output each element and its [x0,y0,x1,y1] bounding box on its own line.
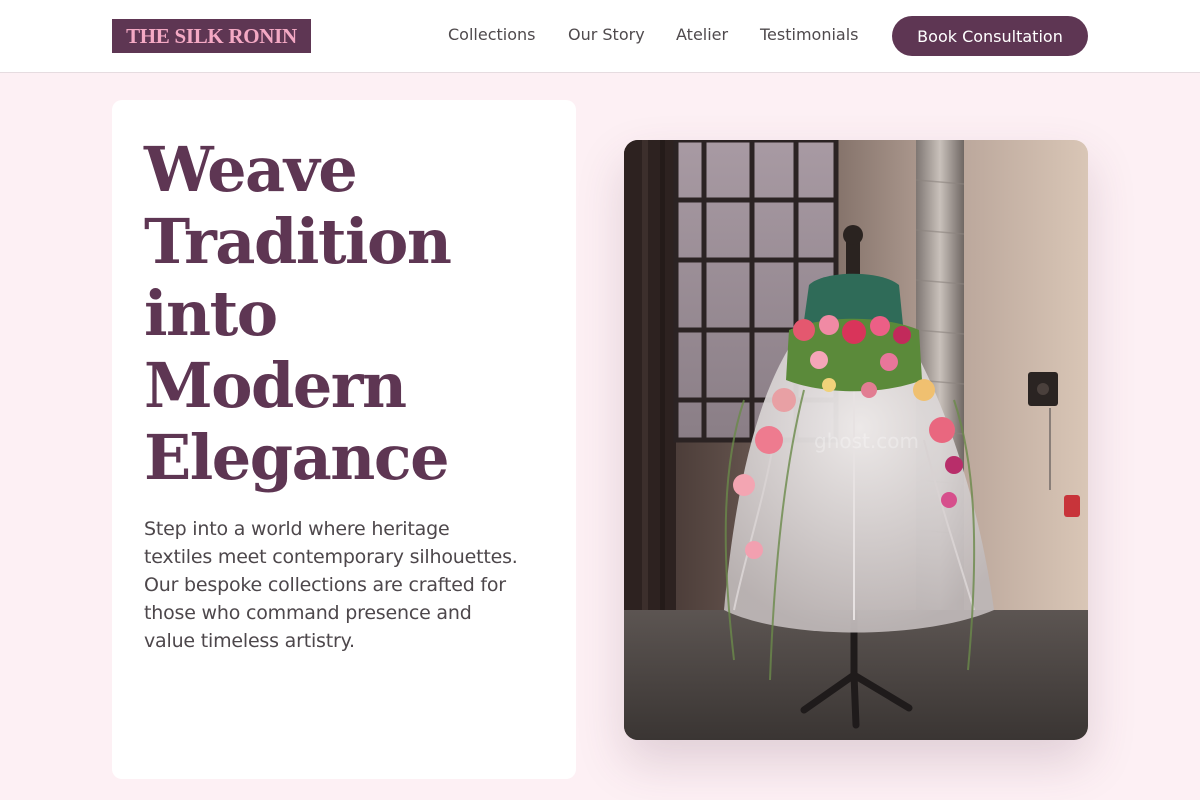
hero-title-line: Weave [144,133,358,206]
nav-link-our-story[interactable]: Our Story [568,25,645,44]
nav-link-collections[interactable]: Collections [448,25,535,44]
hero-title-line: Tradition [144,205,452,278]
nav-link-atelier[interactable]: Atelier [676,25,728,44]
hero-subtitle-line: those who command presence and [144,602,472,624]
nav-link-testimonials[interactable]: Testimonials [760,25,859,44]
hero-subtitle-line: Step into a world where heritage [144,518,450,540]
hero-text-card: Weave Tradition into Modern Elegance Ste… [112,100,576,779]
hero-subtitle-line: Our bespoke collections are crafted for [144,574,506,596]
hero-title-line: Modern [144,349,407,422]
hero-subtitle-line: textiles meet contemporary silhouettes. [144,546,518,568]
top-navbar: THE SILK RONIN Collections Our Story Ate… [0,0,1200,73]
hero-title: Weave Tradition into Modern Elegance [144,134,564,494]
hero-image: ghost.com [624,140,1088,740]
hero-title-line: into [144,277,278,350]
watermark-text: ghost.com [814,429,919,453]
hero-subtitle-line: value timeless artistry. [144,630,355,652]
hero-subtitle: Step into a world where heritage textile… [144,515,554,655]
hero-title-line: Elegance [144,421,450,494]
book-consultation-button[interactable]: Book Consultation [892,16,1088,56]
floral-dress-illustration: ghost.com [624,140,1088,740]
